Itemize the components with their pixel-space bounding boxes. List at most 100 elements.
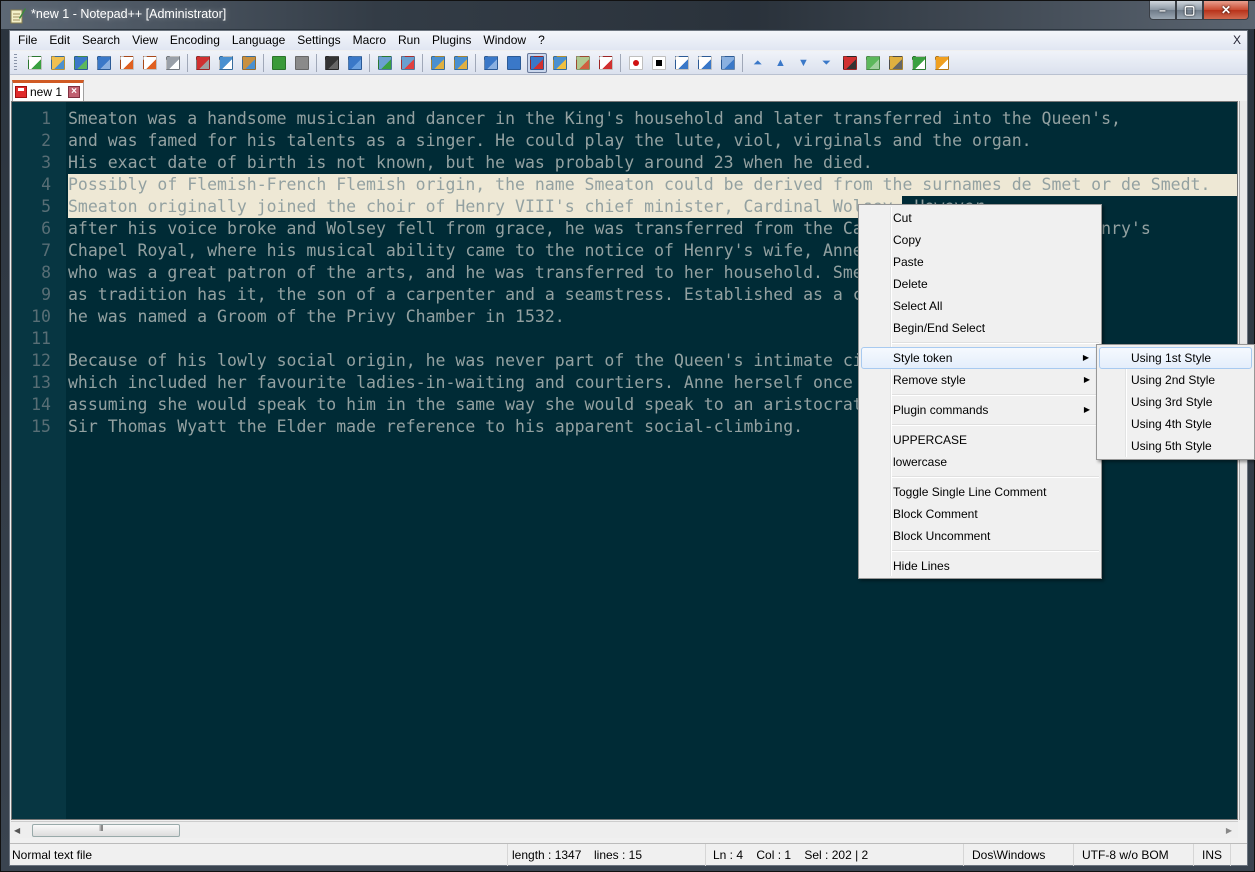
maximize-icon: ▢ xyxy=(1183,3,1196,17)
playback-button[interactable] xyxy=(672,53,692,73)
menu-help[interactable]: ? xyxy=(532,31,551,50)
menu-run[interactable]: Run xyxy=(392,31,426,50)
function-list-button[interactable] xyxy=(596,53,616,73)
vertical-scrollbar[interactable] xyxy=(1239,101,1247,820)
define-language-button[interactable] xyxy=(550,53,570,73)
tab-close-icon[interactable]: × xyxy=(68,86,81,98)
submenu-item-using-5th-style[interactable]: Using 5th Style xyxy=(1099,435,1252,457)
redo-button[interactable] xyxy=(292,53,312,73)
next-button[interactable]: ▼ xyxy=(794,53,814,73)
last-button[interactable]: ⏷ xyxy=(817,53,837,73)
title-bar[interactable]: *new 1 - Notepad++ [Administrator] – ▢ ✕ xyxy=(1,1,1255,29)
zoom-in-button[interactable] xyxy=(375,53,395,73)
context-menu-item-toggle-single-line-comment[interactable]: Toggle Single Line Comment xyxy=(861,481,1099,503)
stop-recording-button[interactable] xyxy=(649,53,669,73)
plugin-grid-button[interactable] xyxy=(863,53,883,73)
scroll-right-arrow-icon[interactable]: ▶ xyxy=(1226,826,1232,835)
line-number: 5 xyxy=(41,197,51,216)
context-menu-item-lowercase[interactable]: lowercase xyxy=(861,451,1099,473)
context-menu-item-delete[interactable]: Delete xyxy=(861,273,1099,295)
document-map-button[interactable] xyxy=(573,53,593,73)
context-menu-item-uppercase[interactable]: UPPERCASE xyxy=(861,429,1099,451)
toolbar-grip[interactable] xyxy=(14,53,17,72)
find-button[interactable] xyxy=(322,53,342,73)
horizontal-scrollbar[interactable]: ◀ ▶ xyxy=(11,821,1238,838)
context-menu-item-begin-end-select[interactable]: Begin/End Select xyxy=(861,317,1099,339)
editor-line[interactable]: 1 Smeaton was a handsome musician and dan… xyxy=(12,108,1237,130)
submenu-item-using-2nd-style[interactable]: Using 2nd Style xyxy=(1099,369,1252,391)
show-all-chars-button[interactable] xyxy=(504,53,524,73)
context-menu-item-copy[interactable]: Copy xyxy=(861,229,1099,251)
menu-search[interactable]: Search xyxy=(76,31,126,50)
menu-language[interactable]: Language xyxy=(226,31,291,50)
context-menu-item-block-comment[interactable]: Block Comment xyxy=(861,503,1099,525)
sync-vertical-button[interactable] xyxy=(428,53,448,73)
line-text: Because of his lowly social origin, he w… xyxy=(68,351,863,370)
menu-settings[interactable]: Settings xyxy=(291,31,346,50)
resize-grip[interactable] xyxy=(1230,844,1247,866)
spell-check-button[interactable] xyxy=(840,53,860,73)
sync-horizontal-button[interactable] xyxy=(451,53,471,73)
new-file-button[interactable] xyxy=(25,53,45,73)
context-menu-item-paste[interactable]: Paste xyxy=(861,251,1099,273)
start-recording-button[interactable] xyxy=(626,53,646,73)
submenu-item-using-4th-style[interactable]: Using 4th Style xyxy=(1099,413,1252,435)
paste-button[interactable] xyxy=(239,53,259,73)
cut-button[interactable] xyxy=(193,53,213,73)
replace-button[interactable] xyxy=(345,53,365,73)
menu-macro[interactable]: Macro xyxy=(347,31,392,50)
word-wrap-button[interactable] xyxy=(481,53,501,73)
context-menu-item-cut[interactable]: Cut xyxy=(861,207,1099,229)
menu-encoding[interactable]: Encoding xyxy=(164,31,226,50)
context-menu-item-block-uncomment[interactable]: Block Uncomment xyxy=(861,525,1099,547)
line-number: 1 xyxy=(41,109,51,128)
first-button[interactable]: ⏶ xyxy=(748,53,768,73)
folder-plugin-button[interactable] xyxy=(886,53,906,73)
print-button[interactable] xyxy=(163,53,183,73)
close-window-button[interactable]: ✕ xyxy=(1203,1,1249,20)
run-macro-multiple-button[interactable] xyxy=(695,53,715,73)
context-menu-item-style-token[interactable]: Style token ▶ xyxy=(861,347,1099,369)
minimize-button[interactable]: – xyxy=(1149,1,1176,20)
tab-new-1[interactable]: new 1 × xyxy=(12,80,84,101)
context-menu-item-remove-style[interactable]: Remove style ▶ xyxy=(861,369,1099,391)
menu-item-label: UPPERCASE xyxy=(893,433,968,447)
submenu-item-using-1st-style[interactable]: Using 1st Style xyxy=(1099,347,1252,369)
menu-edit[interactable]: Edit xyxy=(43,31,76,50)
editor-line[interactable]: 3 His exact date of birth is not known, b… xyxy=(12,152,1237,174)
new-file-icon xyxy=(27,55,42,70)
line-text: Sir Thomas Wyatt the Elder made referenc… xyxy=(68,417,804,436)
maximize-button[interactable]: ▢ xyxy=(1176,1,1203,20)
save-macro-button[interactable] xyxy=(718,53,738,73)
open-file-button[interactable] xyxy=(48,53,68,73)
close-all-button[interactable] xyxy=(140,53,160,73)
status-encoding: UTF-8 w/o BOM xyxy=(1073,844,1169,866)
add-plugin-button[interactable] xyxy=(909,53,929,73)
save-all-button[interactable] xyxy=(94,53,114,73)
editor-line[interactable]: 2 and was famed for his talents as a sing… xyxy=(12,130,1237,152)
menu-window[interactable]: Window xyxy=(477,31,532,50)
close-button[interactable] xyxy=(117,53,137,73)
previous-button[interactable]: ▲ xyxy=(771,53,791,73)
notepadpp-app-icon xyxy=(10,8,26,24)
line-text: as tradition has it, the son of a carpen… xyxy=(68,285,863,304)
close-document-button[interactable]: X xyxy=(1233,33,1241,47)
scroll-left-arrow-icon[interactable]: ◀ xyxy=(14,826,20,835)
zoom-out-button[interactable] xyxy=(398,53,418,73)
undo-button[interactable] xyxy=(269,53,289,73)
editor-line[interactable]: 4 Possibly of Flemish-French Flemish orig… xyxy=(12,174,1237,196)
menu-file[interactable]: File xyxy=(12,31,43,50)
context-menu-item-hide-lines[interactable]: Hide Lines xyxy=(861,555,1099,577)
horizontal-scroll-thumb[interactable] xyxy=(32,824,180,837)
menu-view[interactable]: View xyxy=(126,31,164,50)
line-text: which included her favourite ladies-in-w… xyxy=(68,373,853,392)
context-menu-item-plugin-commands[interactable]: Plugin commands ▶ xyxy=(861,399,1099,421)
line-number: 12 xyxy=(31,351,51,370)
menu-plugins[interactable]: Plugins xyxy=(426,31,477,50)
submenu-item-using-3rd-style[interactable]: Using 3rd Style xyxy=(1099,391,1252,413)
save-button[interactable] xyxy=(71,53,91,73)
copy-button[interactable] xyxy=(216,53,236,73)
indent-guide-button[interactable] xyxy=(526,52,547,73)
key-plugin-button[interactable] xyxy=(932,53,952,73)
context-menu-item-select-all[interactable]: Select All xyxy=(861,295,1099,317)
